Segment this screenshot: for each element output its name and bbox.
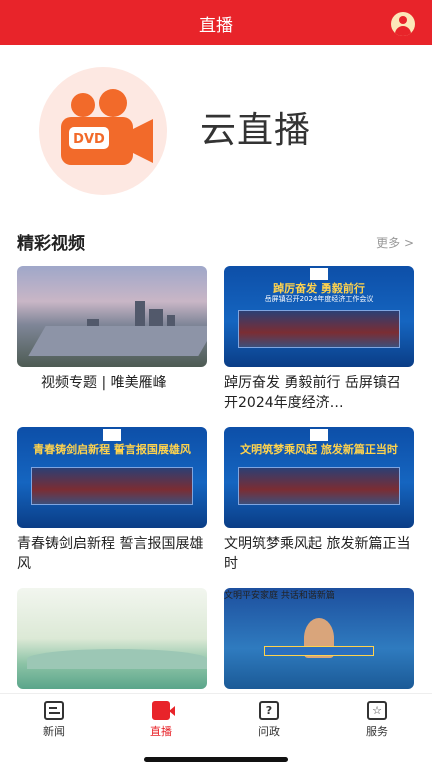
user-avatar-icon[interactable] — [391, 12, 415, 36]
video-thumbnail[interactable]: 文明筑梦乘风起 旅发新篇正当时 — [224, 427, 414, 528]
tab-services[interactable]: ☆ 服务 — [347, 701, 407, 739]
video-card[interactable]: 文明筑梦乘风起 旅发新篇正当时 文明筑梦乘风起 旅发新篇正当时 — [224, 427, 414, 574]
tab-live[interactable]: 直播 — [131, 701, 191, 739]
video-thumbnail[interactable]: 文明平安家庭 共话和谐新篇 — [224, 588, 414, 689]
service-star-icon: ☆ — [367, 701, 387, 720]
question-icon: ? — [259, 701, 279, 720]
hero-title: 云直播 — [200, 110, 312, 151]
section-title: 精彩视频 — [17, 234, 85, 254]
video-card[interactable]: 踔厉奋发 勇毅前行 岳屏镇召开2024年度经济工作会议 踔厉奋发 勇毅前行 岳屏… — [224, 266, 414, 413]
video-thumbnail[interactable]: 青春铸剑启新程 誓言报国展雄风 — [17, 427, 207, 528]
tab-label: 新闻 — [43, 725, 65, 738]
tab-label: 问政 — [258, 725, 280, 738]
video-card[interactable]: 青春铸剑启新程 誓言报国展雄风 青春铸剑启新程 誓言报国展雄风 — [17, 427, 207, 574]
thumb-headline: 青春铸剑启新程 誓言报国展雄风 — [33, 443, 191, 456]
dvd-label: DVD — [73, 132, 105, 147]
tab-news[interactable]: 新闻 — [24, 701, 84, 739]
video-thumbnail[interactable] — [17, 588, 207, 689]
home-indicator — [144, 757, 288, 762]
video-caption: 文明筑梦乘风起 旅发新篇正当时 — [224, 536, 411, 572]
video-thumbnail[interactable] — [17, 266, 207, 367]
dvd-camera-icon: DVD — [39, 67, 167, 195]
video-caption: 踔厉奋发 勇毅前行 岳屏镇召开2024年度经济… — [224, 375, 401, 411]
tab-questions[interactable]: ? 问政 — [239, 701, 299, 739]
video-caption: 视频专题 | 唯美雁峰 — [41, 375, 167, 391]
tab-label: 服务 — [366, 725, 388, 738]
thumb-headline: 文明筑梦乘风起 旅发新篇正当时 — [240, 443, 398, 456]
thumb-headline: 文明平安家庭 共话和谐新篇 — [224, 591, 335, 601]
video-card[interactable]: 文明平安家庭 共话和谐新篇 — [224, 588, 414, 689]
channel-logo — [103, 429, 121, 441]
video-caption: 青春铸剑启新程 誓言报国展雄风 — [17, 536, 204, 572]
more-link[interactable]: 更多 > — [376, 234, 414, 251]
video-card[interactable] — [17, 588, 207, 689]
video-card[interactable]: 视频专题 | 唯美雁峰 — [17, 266, 207, 393]
top-bar: 直播 — [0, 0, 432, 45]
tab-label: 直播 — [150, 725, 172, 738]
news-icon — [44, 701, 64, 720]
channel-logo — [310, 268, 328, 280]
video-thumbnail[interactable]: 踔厉奋发 勇毅前行 岳屏镇召开2024年度经济工作会议 — [224, 266, 414, 367]
thumb-subline: 岳屏镇召开2024年度经济工作会议 — [264, 295, 374, 303]
live-camera-icon — [152, 701, 175, 720]
channel-logo — [310, 429, 328, 441]
page-title: 直播 — [199, 16, 233, 36]
